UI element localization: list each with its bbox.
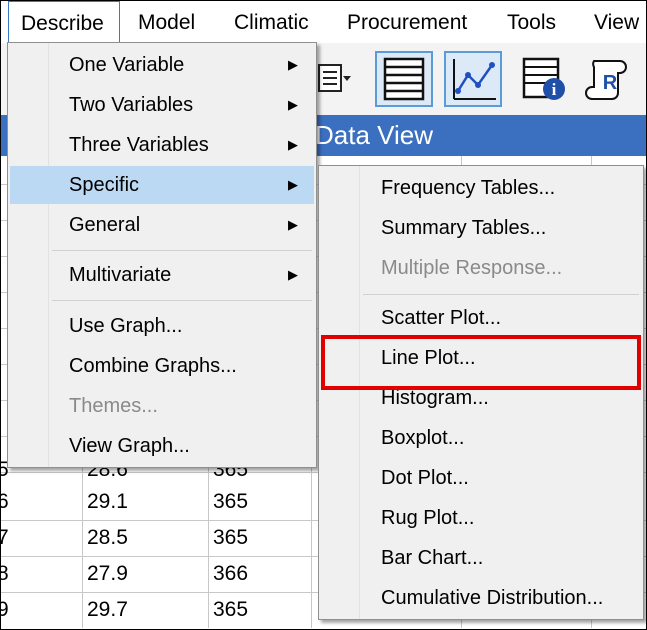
menu-item-label: Boxplot...	[381, 427, 465, 449]
submenu-arrow-icon: ▶	[288, 217, 298, 232]
submenu-arrow-icon: ▶	[288, 137, 298, 152]
menu-item-label: Summary Tables...	[381, 217, 547, 239]
menu-tools[interactable]: Tools	[507, 1, 556, 43]
menu-item-one-variable[interactable]: One Variable ▶	[10, 46, 314, 84]
document-dropdown-icon	[318, 64, 351, 92]
menu-item-label: Use Graph...	[69, 315, 183, 337]
menu-item-multiple-response: Multiple Response...	[321, 249, 641, 287]
specific-submenu: Frequency Tables... Summary Tables... Mu…	[318, 165, 644, 620]
menu-item-scatter-plot[interactable]: Scatter Plot...	[321, 299, 641, 337]
menu-item-combine-graphs[interactable]: Combine Graphs...	[10, 347, 314, 385]
grid-cell[interactable]: 365	[213, 520, 248, 556]
data-grid-icon	[383, 57, 425, 101]
menu-item-three-variables[interactable]: Three Variables ▶	[10, 126, 314, 164]
menu-item-label: Multivariate	[69, 264, 172, 286]
menu-item-cumulative-distribution[interactable]: Cumulative Distribution...	[321, 579, 641, 617]
grid-cell[interactable]: 29.7	[87, 592, 128, 628]
menu-model[interactable]: Model	[138, 1, 195, 43]
toolbar-data-grid-button[interactable]	[375, 51, 433, 107]
menu-procurement[interactable]: Procurement	[347, 1, 467, 43]
menu-item-label: General	[69, 214, 141, 236]
submenu-arrow-icon: ▶	[288, 57, 298, 72]
menu-item-multivariate[interactable]: Multivariate ▶	[10, 256, 314, 294]
menu-item-label: Combine Graphs...	[69, 355, 237, 377]
menu-describe-label: Describe	[21, 12, 104, 35]
menu-item-label: Dot Plot...	[381, 467, 469, 489]
submenu-arrow-icon: ▶	[288, 97, 298, 112]
submenu-arrow-icon: ▶	[288, 267, 298, 282]
menu-item-label: Scatter Plot...	[381, 307, 502, 329]
menu-item-label: Multiple Response...	[381, 257, 563, 279]
menu-separator	[52, 300, 312, 301]
toolbar-r-script-button[interactable]: R	[584, 51, 644, 107]
menu-bar: Describe Model Climatic Procurement Tool…	[1, 1, 646, 43]
grid-cell[interactable]: 366	[213, 556, 248, 592]
grid-cell-row-number[interactable]: 6	[0, 484, 9, 520]
menu-view[interactable]: View	[594, 1, 639, 43]
menu-item-summary-tables[interactable]: Summary Tables...	[321, 209, 641, 247]
toolbar-document-dropdown-button[interactable]	[313, 51, 353, 107]
data-view-title: Data View	[315, 120, 434, 150]
grid-cell[interactable]: 27.9	[87, 556, 128, 592]
menu-item-view-graph[interactable]: View Graph...	[10, 427, 314, 465]
menu-item-label: Rug Plot...	[381, 507, 475, 529]
menu-item-use-graph[interactable]: Use Graph...	[10, 307, 314, 345]
toolbar-info-button[interactable]: i	[516, 51, 574, 107]
menu-item-label: Frequency Tables...	[381, 177, 556, 199]
line-chart-icon	[453, 59, 496, 100]
menu-item-label: Cumulative Distribution...	[381, 587, 604, 609]
grid-cell-row-number[interactable]: 8	[0, 556, 9, 592]
menu-item-specific[interactable]: Specific ▶	[10, 166, 314, 204]
menu-separator	[52, 250, 312, 251]
menu-describe[interactable]: Describe	[8, 1, 120, 43]
highlight-annotation-box	[321, 335, 641, 390]
grid-cell-row-number[interactable]: 7	[0, 520, 9, 556]
describe-menu: One Variable ▶ Two Variables ▶ Three Var…	[7, 42, 317, 468]
info-icon: i	[522, 57, 565, 100]
toolbar-chart-button[interactable]	[444, 51, 502, 107]
grid-cell[interactable]: 28.5	[87, 520, 128, 556]
menu-item-two-variables[interactable]: Two Variables ▶	[10, 86, 314, 124]
menu-item-rug-plot[interactable]: Rug Plot...	[321, 499, 641, 537]
grid-cell[interactable]: 365	[213, 484, 248, 520]
menu-item-themes: Themes...	[10, 387, 314, 425]
grid-cell[interactable]: 29.1	[87, 484, 128, 520]
menu-item-frequency-tables[interactable]: Frequency Tables...	[321, 169, 641, 207]
menu-item-bar-chart[interactable]: Bar Chart...	[321, 539, 641, 577]
menu-climatic[interactable]: Climatic	[234, 1, 309, 43]
menu-item-general[interactable]: General ▶	[10, 206, 314, 244]
svg-text:R: R	[603, 72, 618, 94]
menu-item-label: One Variable	[69, 54, 185, 76]
grid-cell[interactable]: 365	[213, 592, 248, 628]
menu-item-dot-plot[interactable]: Dot Plot...	[321, 459, 641, 497]
svg-text:i: i	[552, 80, 557, 99]
menu-item-label: View Graph...	[69, 435, 190, 457]
r-script-icon: R	[585, 60, 627, 100]
menu-item-label: Bar Chart...	[381, 547, 484, 569]
menu-item-label: Two Variables	[69, 94, 194, 116]
submenu-arrow-icon: ▶	[288, 177, 298, 192]
menu-item-label: Three Variables	[69, 134, 209, 156]
menu-item-boxplot[interactable]: Boxplot...	[321, 419, 641, 457]
menu-separator	[363, 294, 639, 295]
menu-item-label: Specific	[69, 174, 140, 196]
grid-cell-row-number[interactable]: 9	[0, 592, 9, 628]
menu-item-label: Themes...	[69, 395, 158, 417]
